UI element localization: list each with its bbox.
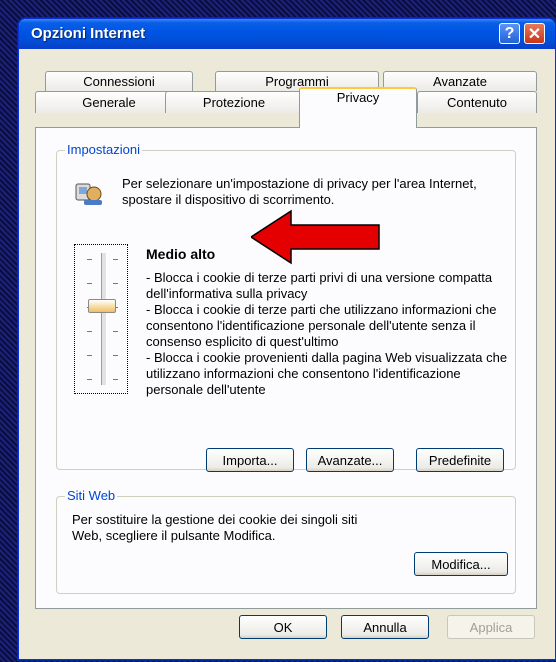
close-button[interactable]: ✕: [524, 23, 545, 44]
red-arrow-icon: [251, 209, 380, 265]
internet-options-dialog: Opzioni Internet ? ✕ Connessioni Program…: [18, 18, 556, 660]
slider-track: [101, 253, 107, 385]
impostazioni-label: Impostazioni: [65, 142, 142, 157]
tab-label: Contenuto: [447, 95, 507, 110]
slider-tick: [113, 283, 118, 284]
slider-tick: [87, 283, 92, 284]
tab-label: Connessioni: [83, 74, 155, 89]
title-bar[interactable]: Opzioni Internet ? ✕: [19, 19, 555, 49]
slider-tick: [87, 379, 92, 380]
slider-tick: [113, 259, 118, 260]
close-icon: ✕: [527, 25, 542, 43]
button-label: Applica: [469, 619, 513, 635]
window-title: Opzioni Internet: [31, 25, 146, 42]
privacy-panel: Impostazioni Per selezionare un'impostaz…: [35, 127, 537, 609]
modifica-button[interactable]: Modifica...: [414, 552, 508, 576]
siti-web-group: Siti Web: [56, 488, 516, 594]
help-button[interactable]: ?: [499, 23, 520, 44]
ok-button[interactable]: OK: [239, 615, 327, 639]
slider-tick: [113, 379, 118, 380]
tab-privacy[interactable]: Privacy: [299, 87, 417, 128]
tab-label: Protezione: [202, 95, 266, 110]
slider-thumb[interactable]: [88, 299, 116, 313]
button-label: Importa...: [222, 452, 278, 468]
intro-text: Per selezionare un'impostazione di priva…: [122, 176, 477, 207]
predefinite-button[interactable]: Predefinite: [416, 448, 504, 472]
tab-contenuto[interactable]: Contenuto: [417, 91, 537, 113]
apply-button[interactable]: Applica: [447, 615, 535, 639]
slider-tick: [87, 355, 92, 356]
level-description: - Blocca i cookie di terze parti privi d…: [146, 270, 508, 397]
cancel-button[interactable]: Annulla: [341, 615, 429, 639]
siti-web-label: Siti Web: [65, 488, 118, 503]
slider-tick: [87, 331, 92, 332]
button-label: Avanzate...: [317, 452, 383, 468]
privacy-slider[interactable]: [74, 244, 128, 394]
slider-tick: [87, 259, 92, 260]
tab-label: Privacy: [336, 90, 380, 105]
siti-web-text: Per sostituire la gestione dei cookie de…: [72, 512, 358, 543]
button-label: Modifica...: [431, 556, 491, 572]
tab-label: Avanzate: [433, 74, 487, 89]
tab-generale[interactable]: Generale: [35, 91, 183, 113]
button-label: Annulla: [363, 619, 407, 635]
privacy-settings-icon: [74, 178, 104, 208]
level-title: Medio alto: [146, 246, 216, 262]
tab-connessioni[interactable]: Connessioni: [45, 71, 193, 91]
tab-protezione[interactable]: Protezione: [165, 91, 303, 113]
slider-tick: [113, 331, 118, 332]
button-label: OK: [273, 619, 293, 635]
question-mark-icon: ?: [504, 24, 515, 42]
avanzate-button[interactable]: Avanzate...: [306, 448, 394, 472]
button-label: Predefinite: [428, 452, 492, 468]
importa-button[interactable]: Importa...: [206, 448, 294, 472]
slider-tick: [113, 355, 118, 356]
tab-label: Generale: [82, 95, 136, 110]
